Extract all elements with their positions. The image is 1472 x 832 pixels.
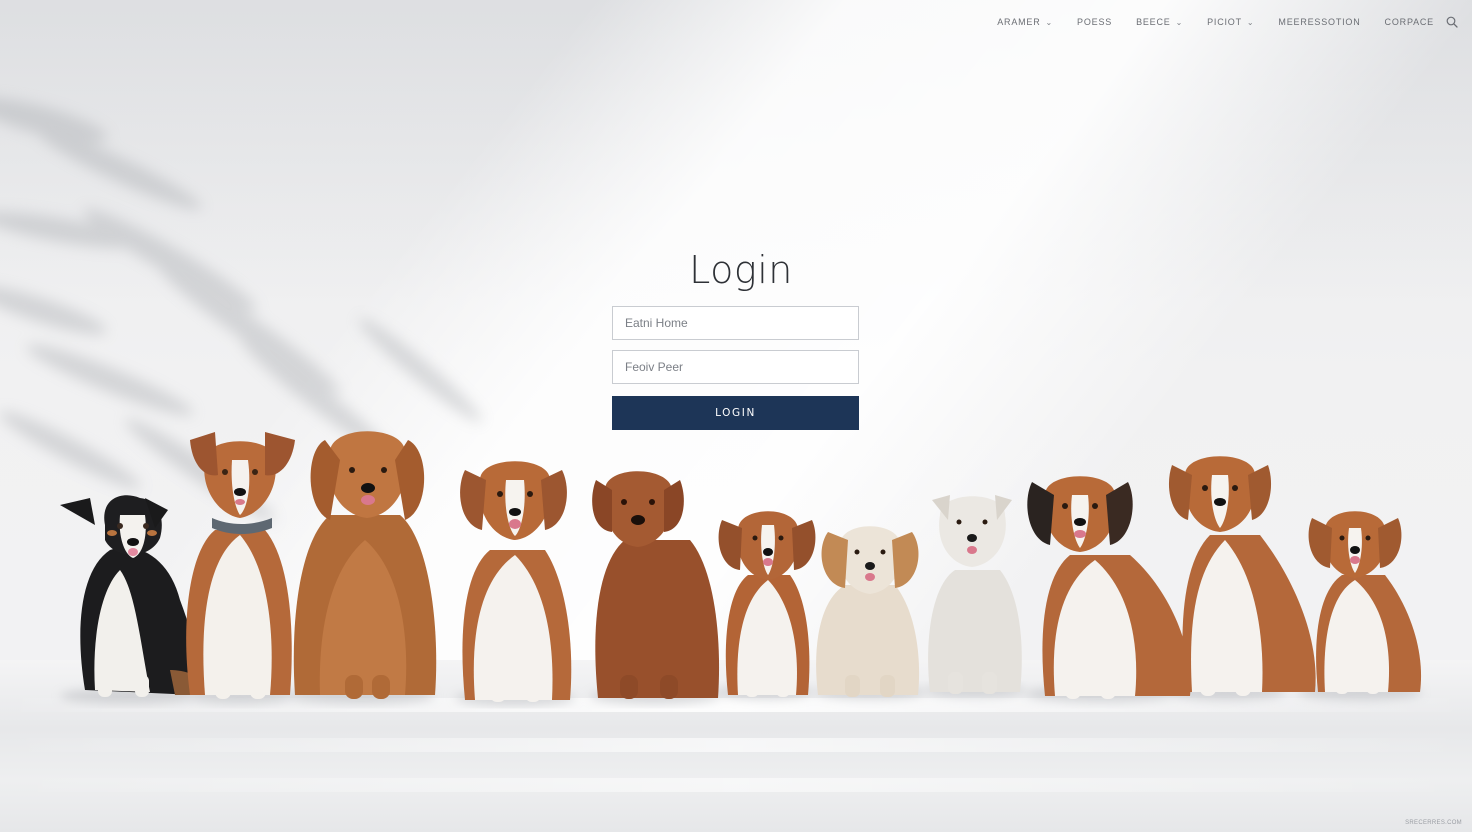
nav-label: CORPACE — [1384, 17, 1434, 27]
login-title: Login — [689, 248, 793, 292]
nav-item-piciot[interactable]: PICIOT ⌄ — [1207, 17, 1254, 27]
dog-tall — [1168, 456, 1316, 696]
watermark: SRECERRES.COM — [1405, 820, 1462, 826]
chevron-down-icon: ⌄ — [1175, 17, 1184, 27]
chevron-down-icon: ⌄ — [1045, 17, 1054, 27]
chevron-down-icon: ⌄ — [1246, 17, 1255, 27]
dog-spaniel-3 — [1308, 511, 1422, 694]
search-icon[interactable] — [1446, 16, 1458, 28]
dogs-illustration — [60, 431, 1422, 706]
nav-label: PICIOT — [1207, 17, 1242, 27]
nav-item-poess[interactable]: POESS — [1077, 17, 1112, 27]
dog-spaniel-2 — [1027, 476, 1191, 699]
dog-spaniel-1 — [460, 461, 572, 702]
dog-red-lab — [592, 471, 720, 699]
dog-tricolor — [60, 495, 206, 697]
dog-collar — [186, 432, 295, 699]
nav-item-meeressotion[interactable]: MEERESSOTION — [1278, 17, 1360, 27]
dog-white-scruffy — [928, 495, 1022, 694]
nav-label: POESS — [1077, 17, 1113, 27]
floor-light-band — [0, 738, 1472, 752]
nav-label: ARAMER — [997, 17, 1041, 27]
nav-item-corpace[interactable]: CORPACE — [1385, 17, 1434, 27]
nav-label: BEECE — [1136, 17, 1171, 27]
dog-golden — [293, 431, 437, 699]
password-input[interactable] — [612, 350, 859, 384]
name-input[interactable] — [612, 306, 859, 340]
dog-beagle — [718, 511, 816, 697]
dog-cream-fluffy — [816, 526, 920, 697]
nav-item-aramer[interactable]: ARAMER ⌄ — [997, 17, 1053, 27]
nav-item-beece[interactable]: BEECE ⌄ — [1136, 17, 1183, 27]
floor-light-band — [0, 778, 1472, 792]
top-nav: ARAMER ⌄ POESS BEECE ⌄ PICIOT ⌄ MEERESSO… — [997, 14, 1458, 30]
nav-label: MEERESSOTION — [1278, 17, 1361, 27]
